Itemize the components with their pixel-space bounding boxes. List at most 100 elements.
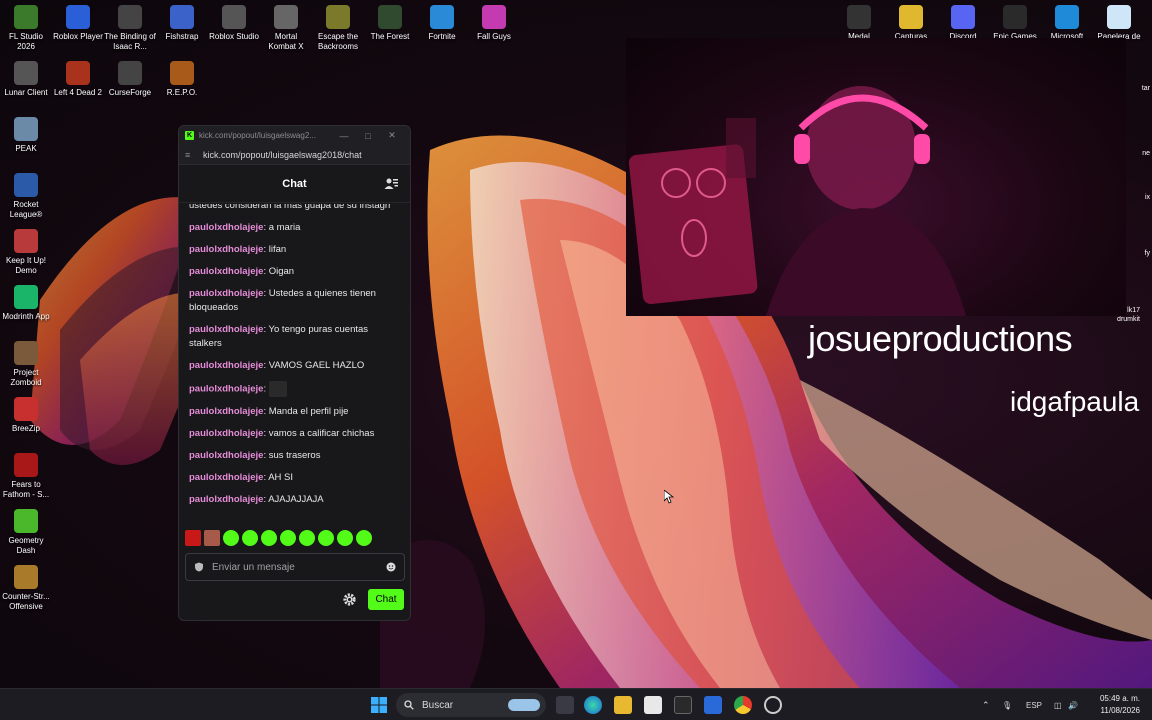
chat-username[interactable]: paulolxdholajeje: [189, 384, 263, 395]
chat-username[interactable]: paulolxdholajeje: [189, 266, 263, 277]
chat-message: paulolxdholajeje: Yo tengo puras cuentas…: [189, 324, 369, 349]
quick-emote-icon[interactable]: [356, 530, 372, 546]
task-view-icon[interactable]: [556, 696, 574, 714]
desktop-icon[interactable]: Geometry Dash: [0, 509, 52, 556]
quick-emote-icon[interactable]: [337, 530, 353, 546]
desktop-icon[interactable]: Left 4 Dead 2: [52, 61, 104, 98]
quick-emote-icon[interactable]: [242, 530, 258, 546]
desktop-icon[interactable]: Fishstrap: [156, 5, 208, 42]
gear-icon[interactable]: [342, 592, 357, 607]
desktop-icon[interactable]: Fall Guys: [468, 5, 520, 42]
chat-username[interactable]: paulolxdholajeje: [189, 288, 263, 299]
window-titlebar[interactable]: K kick.com/popout/luisgaelswag2... — □ ✕: [179, 126, 410, 145]
desktop-icon[interactable]: Modrinth App: [0, 285, 52, 322]
desktop-icon[interactable]: FL Studio 2026: [0, 5, 52, 52]
chat-username[interactable]: paulolxdholajeje: [189, 428, 263, 439]
desktop-icon[interactable]: The Forest: [364, 5, 416, 42]
chrome-icon[interactable]: [734, 696, 752, 714]
desktop-icon[interactable]: Fortnite: [416, 5, 468, 42]
desktop-icon-label: Counter-Str... Offensive: [2, 592, 50, 611]
store-icon[interactable]: [644, 696, 662, 714]
desktop-icon[interactable]: Roblox Studio: [208, 5, 260, 42]
quick-emote-icon[interactable]: [299, 530, 315, 546]
microphone-icon[interactable]: 🎙: [1002, 701, 1020, 710]
desktop-icon[interactable]: The Binding of Isaac R...: [104, 5, 156, 52]
breezip-icon: [14, 397, 38, 421]
desktop-icon[interactable]: Counter-Str... Offensive: [0, 565, 52, 612]
file-explorer-icon[interactable]: [614, 696, 632, 714]
desktop-icon[interactable]: Discord: [937, 5, 989, 42]
chat-input[interactable]: [212, 561, 386, 573]
quick-emote-icon[interactable]: [318, 530, 334, 546]
desktop-icon[interactable]: Mortal Kombat X: [260, 5, 312, 52]
send-chat-button[interactable]: Chat: [368, 589, 404, 610]
quick-emote-icon[interactable]: [280, 530, 296, 546]
site-settings-icon[interactable]: ≡: [185, 150, 199, 160]
network-icon[interactable]: ◫: [1054, 701, 1068, 710]
chat-message: paulolxdholajeje: AH SI: [189, 472, 294, 483]
emoji-icon[interactable]: [386, 562, 396, 572]
quick-emote-icon[interactable]: [185, 530, 201, 546]
chat-username[interactable]: paulolxdholajeje: [189, 222, 263, 233]
desktop-icon-label: Fishstrap: [165, 32, 199, 41]
chat-message: paulolxdholajeje: a maria: [189, 222, 301, 233]
quick-emote-icon[interactable]: [261, 530, 277, 546]
start-button-icon[interactable]: [370, 696, 388, 714]
quick-emote-icon[interactable]: [223, 530, 239, 546]
fall-guys-icon: [482, 5, 506, 29]
desktop-icon[interactable]: Medal: [833, 5, 885, 42]
calendar-app-icon[interactable]: [704, 696, 722, 714]
desktop-icon[interactable]: Rocket League®: [0, 173, 52, 220]
chat-username[interactable]: paulolxdholajeje: [189, 324, 263, 335]
chat-username[interactable]: paulolxdholajeje: [189, 494, 263, 505]
desktop-icon-label: Fall Guys: [477, 32, 511, 41]
chat-title: Chat: [282, 177, 307, 190]
desktop-icon-label: Project Zomboid: [10, 368, 42, 387]
chat-username[interactable]: paulolxdholajeje: [189, 244, 263, 255]
desktop-icon[interactable]: Microsoft: [1041, 5, 1093, 42]
desktop-icon[interactable]: Project Zomboid: [0, 341, 52, 388]
taskbar-search[interactable]: Buscar: [396, 693, 546, 717]
chat-message: paulolxdholajeje: VAMOS GAEL HAZLO: [189, 360, 365, 371]
desktop-icon[interactable]: Capturas: [885, 5, 937, 42]
desktop-icon[interactable]: Epic Games: [989, 5, 1041, 42]
chat-input-box[interactable]: [185, 553, 405, 581]
edge-icon[interactable]: [584, 696, 602, 714]
epic-games-taskbar-icon[interactable]: [674, 696, 692, 714]
desktop-icon[interactable]: Escape the Backrooms: [312, 5, 364, 52]
desktop-icon-label: The Forest: [370, 32, 410, 41]
desktop-icon[interactable]: Keep It Up! Demo: [0, 229, 52, 276]
desktop-icon-label: Roblox Player: [53, 32, 103, 41]
maximize-button[interactable]: □: [356, 131, 380, 141]
chat-username[interactable]: paulolxdholajeje: [189, 360, 263, 371]
desktop-icon[interactable]: Lunar Client: [0, 61, 52, 98]
desktop-icon[interactable]: Fears to Fathom - S...: [0, 453, 52, 500]
taskbar-clock[interactable]: 05:49 a. m. 11/08/2026: [1100, 693, 1140, 717]
chat-username[interactable]: paulolxdholajeje: [189, 450, 263, 461]
roblox-icon: [66, 5, 90, 29]
search-icon: [404, 700, 414, 710]
volume-icon[interactable]: 🔊: [1068, 701, 1082, 710]
desktop-icon-label: Escape the Backrooms: [317, 32, 359, 51]
desktop-icon-label: The Binding of Isaac R...: [104, 32, 156, 51]
obs-icon[interactable]: [764, 696, 782, 714]
desktop-icon[interactable]: PEAK: [0, 117, 52, 154]
minimize-button[interactable]: —: [332, 131, 356, 141]
desktop-icon[interactable]: R.E.P.O.: [156, 61, 208, 98]
desktop-icon[interactable]: BreeZip: [0, 397, 52, 434]
chevron-up-icon[interactable]: ⌃: [982, 700, 996, 711]
chat-username[interactable]: paulolxdholajeje: [189, 472, 263, 483]
desktop-icon-label: PEAK: [15, 144, 37, 153]
close-button[interactable]: ✕: [380, 130, 404, 141]
quick-emote-icon[interactable]: [204, 530, 220, 546]
desktop-icon[interactable]: Roblox Player: [52, 5, 104, 42]
users-icon[interactable]: [384, 177, 398, 191]
chat-message-text: VAMOS GAEL HAZLO: [268, 360, 365, 371]
chat-message-text: a maria: [268, 222, 301, 233]
language-indicator[interactable]: ESP: [1026, 701, 1042, 710]
chat-username[interactable]: paulolxdholajeje: [189, 406, 263, 417]
address-bar[interactable]: ≡ kick.com/popout/luisgaelswag2018/chat: [179, 145, 410, 165]
discord-icon: [951, 5, 975, 29]
chat-header: Chat: [179, 165, 410, 203]
desktop-icon[interactable]: CurseForge: [104, 61, 156, 98]
